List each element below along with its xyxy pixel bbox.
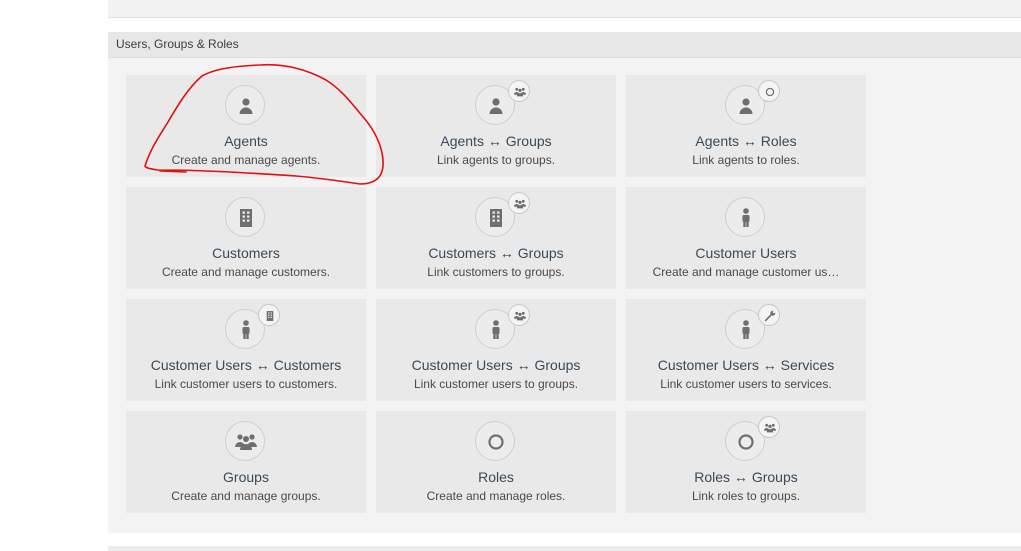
group-icon (225, 421, 265, 461)
tile-title: Roles (478, 469, 514, 485)
badge-building-icon (258, 304, 280, 326)
tile-description: Create and manage customers. (161, 265, 331, 279)
agent-icon (225, 85, 265, 125)
tile-customer-users-services[interactable]: Customer Users ↔ Services Link customer u… (626, 299, 866, 401)
tile-customer-users[interactable]: Customer Users Create and manage customer… (626, 187, 866, 289)
tile-description: Link customer users to customers. (154, 377, 338, 391)
tile-customer-users-customers[interactable]: Customer Users ↔ Customers Link customer … (126, 299, 366, 401)
tile-title: Agents ↔ Groups (440, 133, 552, 149)
tile-description: Create and manage roles. (426, 489, 566, 503)
tile-title: Agents ↔ Roles (695, 133, 797, 149)
tile-description: Link roles to groups. (691, 489, 801, 503)
tile-description: Create and manage customer us… (652, 265, 840, 279)
tile-title: Roles ↔ Groups (694, 469, 798, 485)
tile-agents[interactable]: Agents Create and manage agents. (126, 75, 366, 177)
tile-customers-groups[interactable]: Customers ↔ Groups Link customers to grou… (376, 187, 616, 289)
tile-description: Create and manage agents. (171, 153, 321, 167)
badge-group-icon (508, 304, 530, 326)
badge-role-icon (758, 80, 780, 102)
badge-group-icon (758, 416, 780, 438)
tile-roles[interactable]: Roles Create and manage roles. (376, 411, 616, 513)
badge-wrench-icon (758, 304, 780, 326)
tile-title: Groups (223, 469, 269, 485)
next-widget-panel (108, 546, 1021, 551)
badge-group-icon (508, 80, 530, 102)
building-icon (225, 197, 265, 237)
tile-title: Agents (224, 133, 268, 149)
tile-description: Link customer users to services. (660, 377, 832, 391)
role-icon (475, 421, 515, 461)
tile-title: Customer Users (695, 245, 797, 261)
tile-description: Link agents to roles. (692, 153, 800, 167)
customer-user-icon (725, 197, 765, 237)
tile-title: Customer Users ↔ Groups (411, 357, 581, 373)
tile-description: Link agents to groups. (436, 153, 556, 167)
tile-agents-roles[interactable]: Agents ↔ Roles Link agents to roles. (626, 75, 866, 177)
tile-description: Create and manage groups. (171, 489, 321, 503)
widget-header: Users, Groups & Roles (108, 32, 1021, 58)
tile-title: Customer Users ↔ Services (657, 357, 835, 373)
tile-agents-groups[interactable]: Agents ↔ Groups Link agents to groups. (376, 75, 616, 177)
widget-title: Users, Groups & Roles (116, 37, 239, 51)
previous-widget-panel (108, 0, 1021, 18)
tile-description: Link customer users to groups. (413, 377, 579, 391)
tile-customer-users-groups[interactable]: Customer Users ↔ Groups Link customer use… (376, 299, 616, 401)
tile-roles-groups[interactable]: Roles ↔ Groups Link roles to groups. (626, 411, 866, 513)
tile-title: Customers ↔ Groups (428, 245, 564, 261)
tile-description: Link customers to groups. (427, 265, 565, 279)
tile-customers[interactable]: Customers Create and manage customers. (126, 187, 366, 289)
tile-groups[interactable]: Groups Create and manage groups. (126, 411, 366, 513)
tile-title: Customers (212, 245, 280, 261)
tile-title: Customer Users ↔ Customers (150, 357, 342, 373)
badge-group-icon (508, 192, 530, 214)
